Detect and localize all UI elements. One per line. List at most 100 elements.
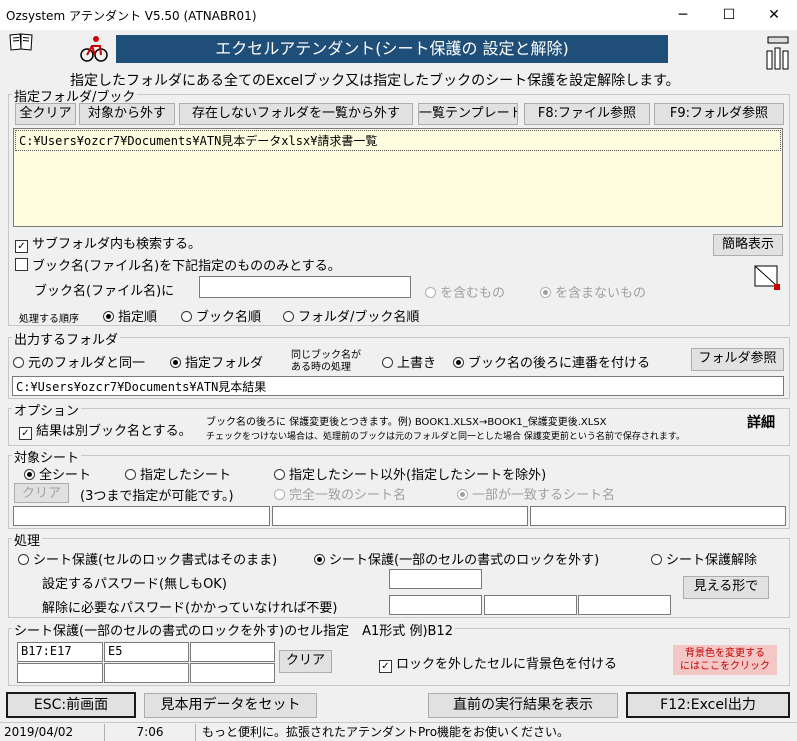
radio-off-icon bbox=[274, 469, 285, 480]
order-specified-radio[interactable]: 指定順 bbox=[103, 306, 157, 325]
unlock-password-input-3[interactable] bbox=[578, 595, 671, 615]
separate-book-checkbox[interactable]: ✓ 結果は別ブック名とする。 bbox=[19, 420, 192, 440]
bg-color-checkbox[interactable]: ✓ ロックを外したセルに背景色を付ける bbox=[379, 653, 617, 673]
show-last-result-button[interactable]: 直前の実行結果を表示 bbox=[428, 693, 618, 718]
list-template-button[interactable]: 一覧テンプレート bbox=[418, 103, 518, 125]
set-sample-data-button[interactable]: 見本用データをセット bbox=[144, 693, 317, 718]
exclude-button[interactable]: 対象から外す bbox=[79, 103, 175, 125]
separate-book-label: 結果は別ブック名とする。 bbox=[36, 424, 192, 439]
maximize-button[interactable]: ☐ bbox=[706, 0, 752, 30]
specified-folder-radio[interactable]: 指定フォルダ bbox=[170, 352, 263, 371]
order-label: 処理する順序 bbox=[19, 314, 79, 325]
options-group-label: オプション bbox=[12, 400, 82, 419]
window-title: Ozsystem アテンダント V5.50 (ATNABR01) bbox=[6, 9, 257, 23]
bicycle-icon bbox=[80, 34, 108, 64]
protect-unlock-radio[interactable]: シート保護(一部のセルの書式のロックを外す) bbox=[314, 549, 599, 568]
radio-off-icon bbox=[651, 554, 662, 565]
cells-group-label: シート保護(一部のセルの書式のロックを外す)のセル指定 A1形式 例)B12 bbox=[12, 620, 455, 639]
radio-off-icon bbox=[425, 287, 436, 298]
banner-title: エクセルアテンダント(シート保護の 設定と解除) bbox=[116, 35, 668, 63]
unlock-password-input-2[interactable] bbox=[484, 595, 577, 615]
cell-input-1[interactable]: B17:E17 bbox=[17, 642, 103, 662]
radio-off-icon bbox=[13, 357, 24, 368]
cell-input-4[interactable] bbox=[17, 663, 103, 683]
sheet-name-input-3[interactable] bbox=[530, 506, 786, 526]
book-name-prefix: ブック名(ファイル名)に bbox=[34, 284, 175, 299]
contains-radio[interactable]: を含むもの bbox=[425, 282, 505, 301]
close-button[interactable]: ✕ bbox=[751, 0, 797, 30]
clear-all-button[interactable]: 全クリア bbox=[15, 103, 76, 125]
bg-color-change-area[interactable]: 背景色を変更する にはここをクリック bbox=[673, 645, 777, 675]
book-filter-checkbox[interactable]: ブック名(ファイル名)を下記指定のもののみとする。 bbox=[15, 255, 341, 274]
radio-off-icon bbox=[181, 311, 192, 322]
f12-excel-output-button[interactable]: F12:Excel出力 bbox=[626, 692, 790, 718]
minimize-button[interactable]: ─ bbox=[660, 0, 706, 30]
book-name-input[interactable] bbox=[199, 276, 411, 298]
bg-hint-line-2: にはここをクリック bbox=[680, 661, 770, 672]
clipboard-icon[interactable] bbox=[762, 33, 792, 73]
book-icon[interactable] bbox=[8, 32, 34, 52]
order-option-label: フォルダ/ブック名順 bbox=[298, 310, 420, 325]
folder-list-item[interactable]: C:¥Users¥ozcr7¥Documents¥ATN見本データxlsx¥請求… bbox=[15, 130, 781, 151]
checkbox-checked-icon: ✓ bbox=[19, 427, 32, 440]
radio-off-icon bbox=[382, 357, 393, 368]
sheet-name-input-2[interactable] bbox=[272, 506, 528, 526]
subfolder-checkbox[interactable]: ✓ サブフォルダ内も検索する。 bbox=[15, 233, 201, 253]
esc-back-button[interactable]: ESC:前画面 bbox=[6, 692, 136, 718]
protect-keep-radio[interactable]: シート保護(セルのロック書式はそのまま) bbox=[18, 549, 277, 568]
title-bar: Ozsystem アテンダント V5.50 (ATNABR01) ─ ☐ ✕ bbox=[0, 0, 797, 30]
sheet-limit-note: (3つまで指定が可能です。) bbox=[80, 489, 234, 504]
specified-folder-label: 指定フォルダ bbox=[185, 356, 264, 371]
except-sheets-label: 指定したシート以外(指定したシートを除外) bbox=[289, 468, 547, 483]
description-text: 指定したフォルダにある全てのExcelブック又は指定したブックのシート保護を設定… bbox=[70, 73, 680, 89]
radio-on-icon bbox=[540, 287, 551, 298]
options-note-1: ブック名の後ろに 保護変更後とつきます。例) BOOK1.XLSX→BOOK1_… bbox=[206, 417, 607, 428]
output-folder-browse-button[interactable]: フォルダ参照 bbox=[691, 348, 784, 371]
unlock-password-label: 解除に必要なパスワード(かかっていなければ不要) bbox=[42, 601, 338, 616]
not-contains-label: を含まないもの bbox=[555, 286, 647, 301]
order-folder-book-radio[interactable]: フォルダ/ブック名順 bbox=[283, 306, 419, 325]
radio-on-icon bbox=[103, 311, 114, 322]
specified-sheets-label: 指定したシート bbox=[140, 468, 232, 483]
f9-folder-browse-button[interactable]: F9:フォルダ参照 bbox=[654, 103, 784, 125]
protect-unlock-label: シート保護(一部のセルの書式のロックを外す) bbox=[329, 553, 600, 568]
all-sheets-radio[interactable]: 全シート bbox=[24, 464, 91, 483]
specified-sheets-radio[interactable]: 指定したシート bbox=[125, 464, 231, 483]
status-message: もっと便利に。拡張されたアテンダントPro機能をお使いください。 bbox=[202, 725, 570, 739]
order-bookname-radio[interactable]: ブック名順 bbox=[181, 306, 261, 325]
same-folder-radio[interactable]: 元のフォルダと同一 bbox=[13, 352, 145, 371]
radio-on-icon bbox=[453, 357, 464, 368]
show-password-button[interactable]: 見える形で bbox=[683, 576, 769, 599]
contains-label: を含むもの bbox=[440, 286, 506, 301]
checkbox-unchecked-icon bbox=[15, 258, 28, 271]
book-filter-label: ブック名(ファイル名)を下記指定のもののみとする。 bbox=[32, 259, 341, 274]
details-link[interactable]: 詳細 bbox=[747, 412, 775, 432]
serial-number-radio[interactable]: ブック名の後ろに連番を付ける bbox=[453, 352, 650, 371]
sheet-clear-button[interactable]: クリア bbox=[14, 483, 69, 503]
sheet-name-input-1[interactable] bbox=[13, 506, 270, 526]
window-resize-icon[interactable] bbox=[752, 262, 782, 292]
f8-file-browse-button[interactable]: F8:ファイル参照 bbox=[524, 103, 650, 125]
exact-match-radio[interactable]: 完全一致のシート名 bbox=[274, 484, 406, 503]
cell-input-6[interactable] bbox=[190, 663, 275, 683]
process-group-label: 処理 bbox=[12, 530, 43, 549]
partial-match-radio[interactable]: 一部が一致するシート名 bbox=[457, 484, 615, 503]
folder-list[interactable]: C:¥Users¥ozcr7¥Documents¥ATN見本データxlsx¥請求… bbox=[13, 128, 783, 227]
options-note-2: チェックをつけない場合は、処理前のブックは元のフォルダと同一とした場合 保護変更… bbox=[206, 432, 685, 442]
brief-display-button[interactable]: 簡略表示 bbox=[713, 234, 783, 256]
cell-input-3[interactable] bbox=[190, 642, 275, 662]
unlock-password-input-1[interactable] bbox=[389, 595, 482, 615]
cell-input-5[interactable] bbox=[104, 663, 189, 683]
output-path-input[interactable]: C:¥Users¥ozcr7¥Documents¥ATN見本結果 bbox=[12, 376, 784, 396]
unprotect-radio[interactable]: シート保護解除 bbox=[651, 549, 757, 568]
set-password-input[interactable] bbox=[389, 569, 482, 589]
overwrite-label: 上書き bbox=[397, 356, 437, 371]
cell-input-2[interactable]: E5 bbox=[104, 642, 189, 662]
not-contains-radio[interactable]: を含まないもの bbox=[540, 282, 646, 301]
overwrite-radio[interactable]: 上書き bbox=[382, 352, 436, 371]
except-sheets-radio[interactable]: 指定したシート以外(指定したシートを除外) bbox=[274, 464, 546, 483]
radio-on-icon bbox=[170, 357, 181, 368]
remove-missing-folders-button[interactable]: 存在しないフォルダを一覧から外す bbox=[179, 103, 413, 125]
subfolder-label: サブフォルダ内も検索する。 bbox=[32, 237, 202, 252]
cells-clear-button[interactable]: クリア bbox=[279, 650, 332, 673]
